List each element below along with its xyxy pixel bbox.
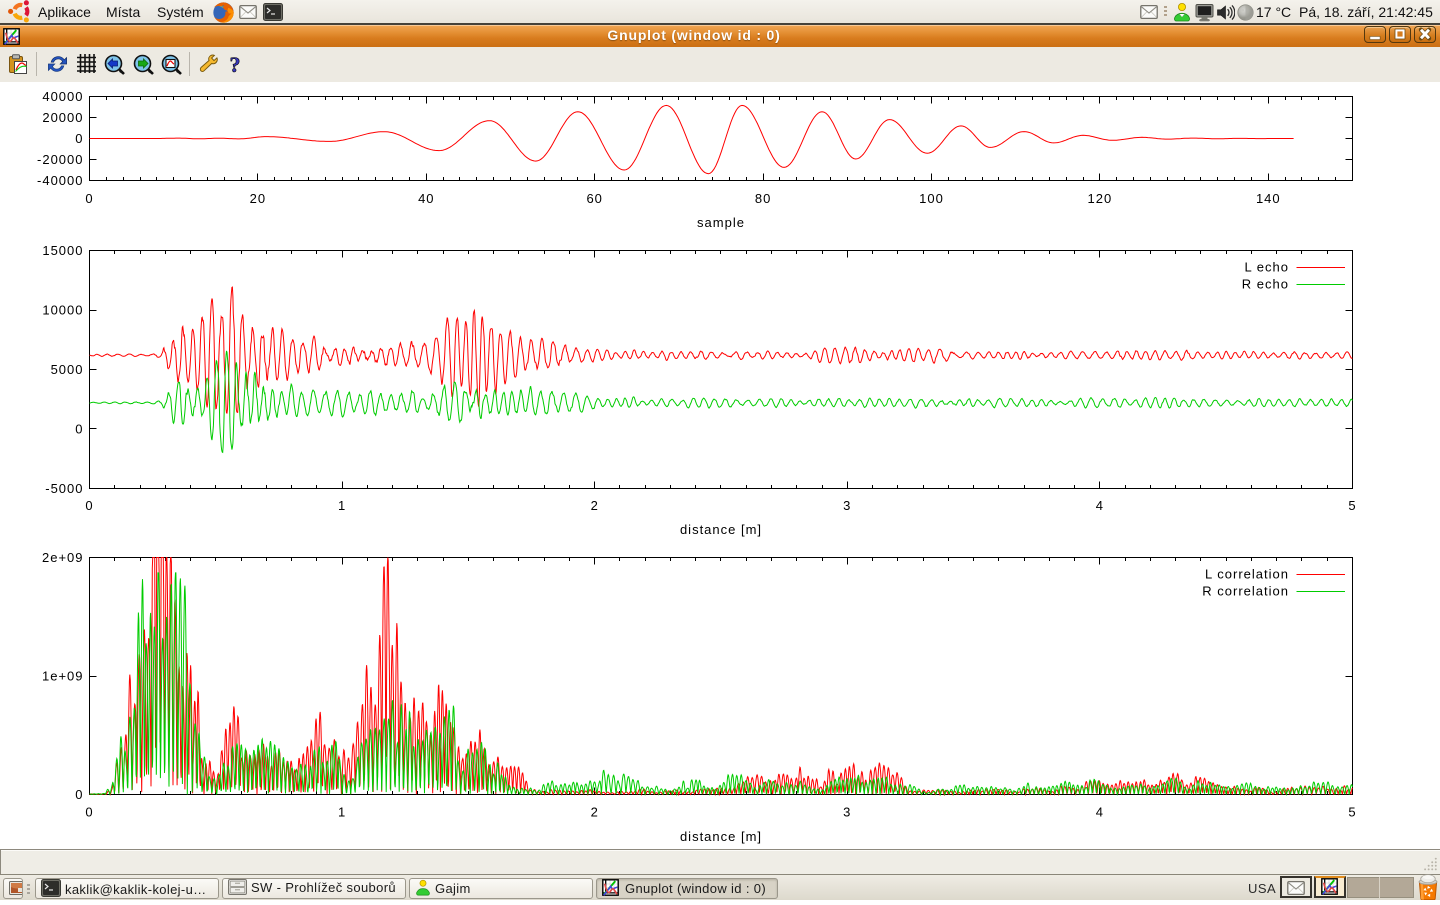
svg-text:40000: 40000 xyxy=(42,89,83,104)
svg-text:4: 4 xyxy=(1096,498,1104,513)
svg-text:0: 0 xyxy=(75,422,83,437)
svg-text:5: 5 xyxy=(1348,805,1356,820)
svg-text:1: 1 xyxy=(338,498,346,513)
svg-text:20: 20 xyxy=(250,191,266,206)
svg-text:0: 0 xyxy=(85,498,93,513)
svg-text:2: 2 xyxy=(591,498,599,513)
svg-text:15000: 15000 xyxy=(42,243,83,258)
svg-text:-20000: -20000 xyxy=(37,152,83,167)
svg-text:3: 3 xyxy=(843,805,851,820)
svg-text:L echo: L echo xyxy=(1244,260,1289,275)
svg-text:R correlation: R correlation xyxy=(1202,584,1289,599)
svg-text:1e+09: 1e+09 xyxy=(42,669,84,684)
svg-text:L correlation: L correlation xyxy=(1205,567,1289,582)
svg-text:0: 0 xyxy=(85,191,93,206)
svg-text:2: 2 xyxy=(591,805,599,820)
svg-text:5: 5 xyxy=(1348,498,1356,513)
svg-text:3: 3 xyxy=(843,498,851,513)
svg-text:1: 1 xyxy=(338,805,346,820)
svg-text:120: 120 xyxy=(1088,191,1113,206)
svg-text:?: ? xyxy=(230,54,241,77)
svg-text:0: 0 xyxy=(75,787,83,802)
svg-text:-40000: -40000 xyxy=(37,173,83,188)
svg-text:R echo: R echo xyxy=(1242,277,1289,292)
svg-text:140: 140 xyxy=(1256,191,1281,206)
svg-text:distance [m]: distance [m] xyxy=(680,829,762,844)
svg-text:60: 60 xyxy=(586,191,602,206)
svg-text:0: 0 xyxy=(85,805,93,820)
svg-text:distance [m]: distance [m] xyxy=(680,522,762,537)
svg-text:sample: sample xyxy=(697,215,745,230)
svg-text:80: 80 xyxy=(755,191,771,206)
svg-text:4: 4 xyxy=(1096,805,1104,820)
svg-text:20000: 20000 xyxy=(42,110,83,125)
svg-text:10000: 10000 xyxy=(42,303,83,318)
svg-text:40: 40 xyxy=(418,191,434,206)
svg-text:2e+09: 2e+09 xyxy=(42,550,84,565)
svg-text:-5000: -5000 xyxy=(45,481,83,496)
svg-text:5000: 5000 xyxy=(51,362,84,377)
svg-text:100: 100 xyxy=(919,191,944,206)
svg-text:0: 0 xyxy=(75,131,83,146)
